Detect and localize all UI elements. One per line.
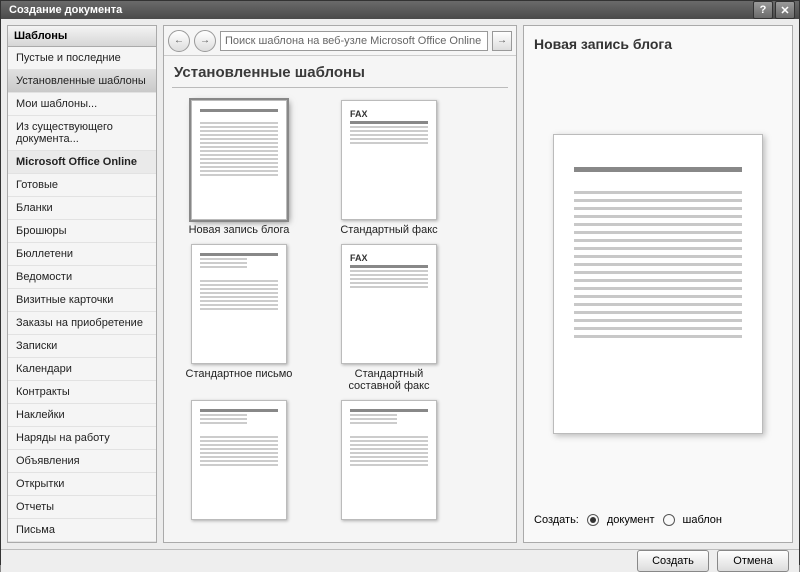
sidebar-item[interactable]: Заказы на приобретение [8,312,156,335]
radio-template[interactable] [663,514,675,526]
content-area: Шаблоны Пустые и последниеУстановленные … [1,19,799,549]
search-input[interactable]: Поиск шаблона на веб-узле Microsoft Offi… [220,31,488,51]
sidebar-item[interactable]: Визитные карточки [8,289,156,312]
sidebar-item[interactable]: Календари [8,358,156,381]
template-thumbnail[interactable] [191,244,287,364]
sidebar-item[interactable]: Из существующего документа... [8,116,156,151]
template-grid[interactable]: Новая запись блога FAX Стандартный факс Ста… [164,94,516,542]
sidebar-item[interactable]: Отчеты [8,496,156,519]
create-button[interactable]: Создать [637,550,709,572]
sidebar-header: Шаблоны [8,26,156,47]
sidebar-item[interactable]: Бланки [8,197,156,220]
sidebar-item[interactable]: Бюллетени [8,243,156,266]
template-item[interactable] [174,400,304,524]
template-thumbnail[interactable] [191,400,287,520]
template-item[interactable]: FAX Стандартный составной факс [324,244,454,392]
cancel-button[interactable]: Отмена [717,550,789,572]
template-item[interactable] [324,400,454,524]
radio-template-label: шаблон [683,514,722,526]
footer: Создать Отмена [1,549,799,572]
create-label: Создать: [534,514,579,526]
section-title: Установленные шаблоны [164,56,516,87]
navbar: ← → Поиск шаблона на веб-узле Microsoft … [164,26,516,56]
sidebar-list[interactable]: Пустые и последниеУстановленные шаблоныМ… [8,47,156,542]
sidebar-item[interactable]: Брошюры [8,220,156,243]
template-label: Стандартный составной факс [329,368,449,392]
template-label: Новая запись блога [189,224,290,236]
template-item[interactable]: FAX Стандартный факс [324,100,454,236]
sidebar-item[interactable]: Наклейки [8,404,156,427]
forward-button[interactable]: → [194,30,216,52]
template-label: Стандартный факс [340,224,437,236]
sidebar-item[interactable]: Открытки [8,473,156,496]
sidebar-item[interactable]: Ведомости [8,266,156,289]
center-panel: ← → Поиск шаблона на веб-узле Microsoft … [163,25,517,543]
close-button[interactable]: ✕ [775,1,795,19]
create-radio-row: Создать: документ шаблон [534,508,782,532]
template-thumbnail[interactable]: FAX [341,100,437,220]
preview-title: Новая запись блога [534,36,782,52]
template-thumbnail[interactable] [191,100,287,220]
sidebar-item[interactable]: Письма [8,519,156,542]
dialog-window: Создание документа ? ✕ Шаблоны Пустые и … [0,0,800,565]
template-thumbnail[interactable]: FAX [341,244,437,364]
sidebar-item[interactable]: Установленные шаблоны [8,70,156,93]
radio-document[interactable] [587,514,599,526]
search-go-button[interactable]: → [492,31,512,51]
sidebar-item[interactable]: Контракты [8,381,156,404]
window-title: Создание документа [5,4,751,16]
radio-document-label: документ [607,514,655,526]
back-button[interactable]: ← [168,30,190,52]
titlebar: Создание документа ? ✕ [1,1,799,19]
sidebar: Шаблоны Пустые и последниеУстановленные … [7,25,157,543]
sidebar-item[interactable]: Готовые [8,174,156,197]
preview-page [553,134,763,434]
sidebar-item[interactable]: Мои шаблоны... [8,93,156,116]
template-label: Стандартное письмо [186,368,293,380]
preview-panel: Новая запись блога Создать: документ шаб… [523,25,793,543]
sidebar-item[interactable]: Записки [8,335,156,358]
sidebar-item[interactable]: Объявления [8,450,156,473]
sidebar-item[interactable]: Наряды на работу [8,427,156,450]
sidebar-item[interactable]: Пустые и последние [8,47,156,70]
template-item[interactable]: Стандартное письмо [174,244,304,392]
preview-page-wrap [534,60,782,508]
sidebar-item[interactable]: Microsoft Office Online [8,151,156,174]
divider [172,87,508,88]
help-button[interactable]: ? [753,1,773,19]
template-thumbnail[interactable] [341,400,437,520]
template-item[interactable]: Новая запись блога [174,100,304,236]
